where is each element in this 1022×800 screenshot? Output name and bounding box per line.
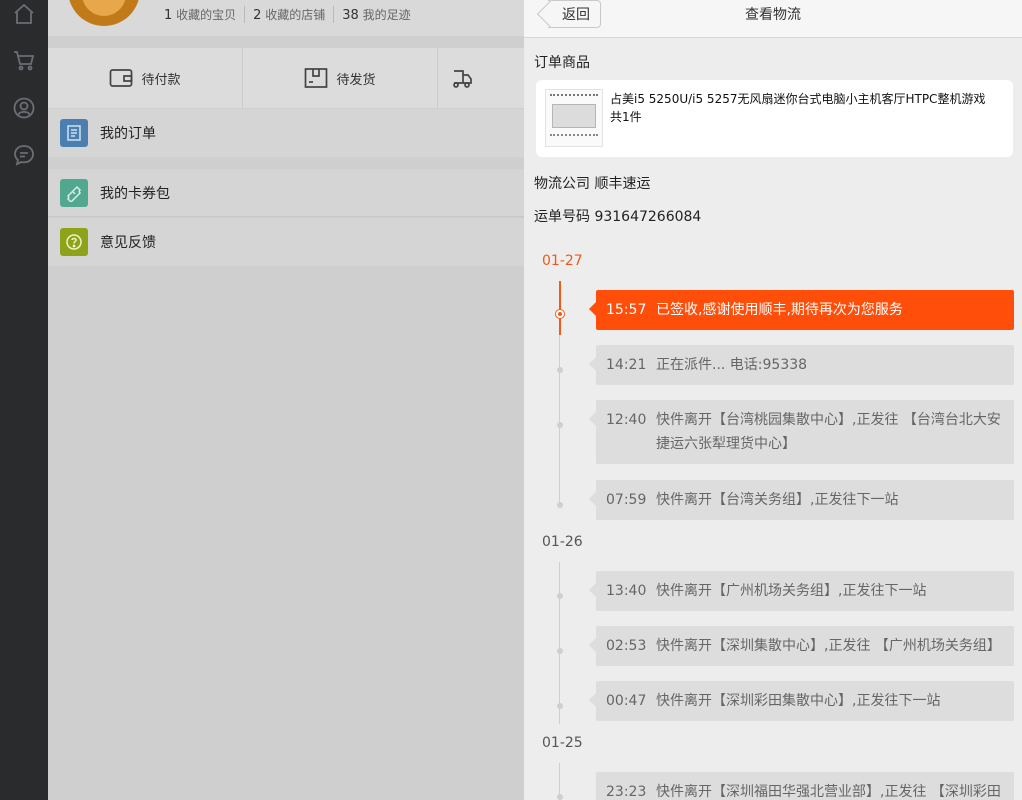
app-sidebar bbox=[0, 0, 48, 800]
event-time: 23:23 bbox=[606, 784, 647, 800]
order-list-icon bbox=[60, 119, 88, 147]
order-status-tabs: 待付款 待发货 bbox=[48, 48, 524, 108]
user-icon[interactable] bbox=[10, 94, 38, 122]
event-time: 12:40 bbox=[606, 412, 647, 428]
menu-label: 意见反馈 bbox=[100, 235, 156, 251]
event-text: 快件离开【台湾桃园集散中心】,正发往 【台湾台北大安捷运六张犁理货中心】 bbox=[656, 412, 1001, 452]
timeline-dot bbox=[557, 502, 563, 508]
event-time: 07:59 bbox=[606, 492, 647, 508]
stat-count: 38 bbox=[342, 8, 359, 23]
event-text: 快件离开【深圳福田华强北营业部】,正发往 【深圳彩田 bbox=[656, 784, 1001, 800]
section-title: 订单商品 bbox=[534, 55, 590, 71]
stat-footprints[interactable]: 38 我的足迹 bbox=[342, 6, 418, 23]
event-text: 已签收,感谢使用顺丰,期待再次为您服务 bbox=[656, 302, 903, 318]
date-label: 01-25 bbox=[542, 735, 583, 751]
event-text: 快件离开【深圳彩田集散中心】,正发往下一站 bbox=[656, 693, 941, 709]
event-time: 02:53 bbox=[606, 638, 647, 654]
menu-label: 我的卡券包 bbox=[100, 185, 170, 202]
tracking-number: 运单号码 931647266084 bbox=[534, 209, 702, 225]
tracking-event: 15:57 已签收,感谢使用顺丰,期待再次为您服务 bbox=[589, 290, 1014, 330]
timeline-dot bbox=[557, 703, 563, 709]
tracking-event: 13:40 快件离开【广州机场关务组】,正发往下一站 bbox=[589, 571, 1014, 611]
product-quantity: 共1件 bbox=[610, 110, 642, 124]
event-time: 13:40 bbox=[606, 583, 647, 599]
event-time: 00:47 bbox=[606, 693, 647, 709]
tracking-event: 14:21 正在派件... 电话:95338 bbox=[589, 345, 1014, 385]
cart-icon[interactable] bbox=[10, 46, 38, 74]
user-center-page: 1 收藏的宝贝 2 收藏的店铺 38 我的足迹 待付款 待发货 我的订单 我的卡… bbox=[48, 0, 524, 800]
profile-header: 1 收藏的宝贝 2 收藏的店铺 38 我的足迹 bbox=[48, 0, 524, 36]
tracking-event: 07:59 快件离开【台湾关务组】,正发往下一站 bbox=[589, 480, 1014, 520]
panel-nav-bar: 返回 查看物流 bbox=[524, 0, 1022, 38]
timeline-dot bbox=[557, 648, 563, 654]
product-card[interactable]: 占美i5 5250U/i5 5257无风扇迷你台式电脑小主机客厅HTPC整机游戏… bbox=[536, 80, 1013, 157]
stat-count: 1 bbox=[164, 8, 173, 23]
stat-label: 我的足迹 bbox=[362, 8, 411, 22]
carrier-info: 物流公司 顺丰速运 bbox=[534, 176, 651, 192]
timeline-dot bbox=[557, 367, 563, 373]
tracking-event: 00:47 快件离开【深圳彩田集散中心】,正发往下一站 bbox=[589, 681, 1014, 721]
menu-feedback[interactable]: 意见反馈 bbox=[48, 218, 524, 266]
stat-label: 收藏的店铺 bbox=[265, 8, 326, 22]
timeline-dot bbox=[557, 422, 563, 428]
timeline-line bbox=[559, 281, 561, 335]
avatar[interactable] bbox=[68, 0, 140, 26]
tab-label: 待付款 bbox=[141, 72, 181, 88]
stat-favorite-items[interactable]: 1 收藏的宝贝 bbox=[164, 6, 246, 23]
wallet-icon bbox=[110, 69, 133, 87]
page-title: 查看物流 bbox=[745, 7, 801, 23]
stat-favorite-shops[interactable]: 2 收藏的店铺 bbox=[253, 6, 335, 23]
timeline-line bbox=[559, 562, 560, 724]
event-text: 快件离开【台湾关务组】,正发往下一站 bbox=[656, 492, 899, 508]
event-text: 快件离开【广州机场关务组】,正发往下一站 bbox=[656, 583, 927, 599]
tab-pending-shipment[interactable]: 待发货 bbox=[243, 48, 438, 108]
timeline-dot bbox=[557, 593, 563, 599]
message-icon[interactable] bbox=[10, 141, 38, 169]
profile-stats: 1 收藏的宝贝 2 收藏的店铺 38 我的足迹 bbox=[164, 6, 427, 23]
event-text: 正在派件... 电话:95338 bbox=[656, 357, 808, 373]
event-text: 快件离开【深圳集散中心】,正发往 【广州机场关务组】 bbox=[656, 638, 1001, 654]
timeline-dot bbox=[557, 794, 563, 800]
tab-pending-receipt[interactable] bbox=[438, 48, 524, 108]
home-icon[interactable] bbox=[10, 0, 38, 28]
timeline-dot bbox=[556, 310, 564, 318]
date-label: 01-27 bbox=[542, 253, 583, 269]
tracking-event: 12:40 快件离开【台湾桃园集散中心】,正发往 【台湾台北大安捷运六张犁理货中… bbox=[589, 400, 1014, 464]
event-time: 15:57 bbox=[606, 302, 647, 318]
menu-coupons[interactable]: 我的卡券包 bbox=[48, 169, 524, 217]
tab-label: 待发货 bbox=[336, 72, 376, 88]
product-name: 占美i5 5250U/i5 5257无风扇迷你台式电脑小主机客厅HTPC整机游戏 bbox=[610, 92, 986, 106]
menu-my-orders[interactable]: 我的订单 bbox=[48, 109, 524, 157]
timeline-line bbox=[559, 335, 560, 505]
question-icon bbox=[60, 228, 88, 256]
tracking-event: 23:23 快件离开【深圳福田华强北营业部】,正发往 【深圳彩田 bbox=[596, 772, 1014, 800]
tab-pending-payment[interactable]: 待付款 bbox=[48, 48, 243, 108]
date-label: 01-26 bbox=[542, 534, 583, 550]
tracking-event: 02:53 快件离开【深圳集散中心】,正发往 【广州机场关务组】 bbox=[589, 626, 1014, 666]
truck-icon bbox=[453, 70, 472, 88]
stat-count: 2 bbox=[253, 8, 262, 23]
event-time: 14:21 bbox=[606, 357, 647, 373]
coupon-icon bbox=[60, 178, 88, 207]
logistics-panel: 返回 查看物流 订单商品 占美i5 5250U/i5 5257无风扇迷你台式电脑… bbox=[524, 0, 1022, 800]
product-thumbnail bbox=[545, 89, 603, 147]
package-icon bbox=[305, 68, 328, 88]
menu-label: 我的订单 bbox=[100, 126, 156, 142]
stat-label: 收藏的宝贝 bbox=[176, 8, 237, 22]
